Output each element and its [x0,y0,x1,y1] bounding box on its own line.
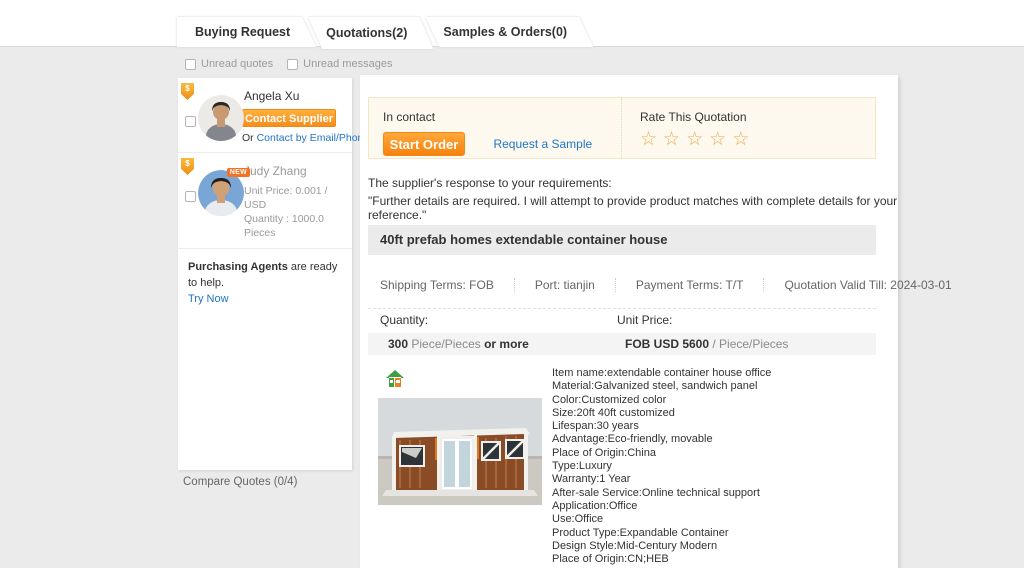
detail-line: Lifespan:30 years [552,420,639,433]
quantity-value: 300 Piece/Pieces or more [388,337,529,351]
star-icon[interactable]: ☆ [686,129,709,150]
start-order-button[interactable]: Start Order [383,132,465,156]
detail-line: After-sale Service:Online technical supp… [552,486,760,499]
supplier-card-angela[interactable]: $ Angela Xu Contact Supplier Or Contact … [178,78,369,153]
supplier-logo-icon [386,370,404,387]
supplier-angela-checkbox[interactable] [185,116,196,127]
try-now-link[interactable]: Try Now [188,293,229,305]
filters-row: Unread quotes Unread messages [185,58,392,70]
detail-line: Advantage:Eco-friendly, movable [552,433,713,446]
detail-line: Application:Office [552,499,638,512]
contact-status: In contact [383,110,436,124]
or-prefix: Or [242,132,257,144]
tab-quotations[interactable]: Quotations(2) [308,17,433,49]
purchasing-agents-bold: Purchasing Agents [188,261,288,273]
supplier-angela-name: Angela Xu [244,89,300,103]
unread-quotes-checkbox[interactable] [185,58,196,70]
tab-quotations-label: Quotations(2) [308,17,433,49]
detail-line: Design Style:Mid-Century Modern [552,539,718,552]
supplier-judy-checkbox[interactable] [185,191,196,202]
supplier-judy-quantity: Quantity : 1000.0 Pieces [244,213,324,239]
unread-messages-label: Unread messages [303,58,393,70]
filter-unread-quotes[interactable]: Unread quotes [185,58,273,70]
new-badge: NEW [226,168,250,177]
detail-line: Use:Office [552,513,604,526]
contact-supplier-button[interactable]: Contact Supplier [242,109,336,127]
action-box: In contact Start Order Request a Sample … [368,97,876,159]
supplier-judy-unit-price: Unit Price: 0.001 / USD [244,185,328,211]
quantity-header: Quantity: [380,313,429,327]
product-image[interactable] [378,398,542,505]
contact-email-phone-link[interactable]: Contact by Email/Phone [257,132,370,144]
compare-quotes-counter: Compare Quotes (0/4) [183,476,298,488]
gold-supplier-badge-icon: $ [181,158,194,175]
product-title: 40ft prefab homes extendable container h… [368,225,876,255]
avatar-angela [198,95,244,141]
port: Port: tianjin [515,278,616,292]
tab-buying-request[interactable]: Buying Request [177,17,316,47]
star-icon[interactable]: ☆ [663,129,686,150]
quotation-valid-till: Quotation Valid Till: 2024-03-01 [784,278,952,292]
request-sample-link[interactable]: Request a Sample [493,137,592,151]
detail-line: Size:20ft 40ft customized [552,406,675,419]
purchasing-agents-note: Purchasing Agents are ready to help. Try… [178,249,352,317]
supplier-response-text: "Further details are required. I will at… [368,194,898,222]
filter-unread-messages[interactable]: Unread messages [287,58,392,70]
unit-price-value: FOB USD 5600 / Piece/Pieces [625,337,789,351]
unit-price-header: Unit Price: [617,313,673,327]
detail-line: Place of Origin:CN;HEB [552,553,669,566]
supplier-sidebar: $ Angela Xu Contact Supplier Or Contact … [178,78,369,470]
detail-line: Type:Luxury [552,460,612,473]
tab-samples-orders[interactable]: Samples & Orders(0) [425,17,593,47]
detail-line: Place of Origin:China [552,446,656,459]
payment-terms: Payment Terms: T/T [616,278,765,292]
supplier-judy-name: Judy Zhang [244,164,307,178]
unread-messages-checkbox[interactable] [287,58,299,70]
supplier-card-judy[interactable]: $ NEW Judy Zhang Unit Price: 0.001 / USD… [178,153,352,249]
supplier-response-label: The supplier's response to your requirem… [368,176,612,190]
detail-line: Item name:extendable container house off… [552,367,772,379]
terms-row: Shipping Terms: FOB Port: tianjin Paymen… [368,278,952,309]
detail-line: Color:Customized color [552,393,667,406]
rating-stars[interactable]: ☆☆☆☆☆ [640,128,875,151]
shipping-terms: Shipping Terms: FOB [368,278,515,292]
gold-supplier-badge-icon: $ [181,83,194,100]
tab-buying-request-label: Buying Request [177,17,316,47]
star-icon[interactable]: ☆ [640,129,663,150]
product-details-list: Item name:extendable container house off… [552,367,882,566]
detail-line: Material:Galvanized steel, sandwich pane… [552,380,758,393]
quotation-panel: In contact Start Order Request a Sample … [360,75,952,568]
qty-price-row: 300 Piece/Pieces or more FOB USD 5600 / … [368,333,876,355]
unread-quotes-label: Unread quotes [201,58,274,70]
star-icon[interactable]: ☆ [732,129,755,150]
contact-alt-line: Or Contact by Email/Phone [242,132,369,144]
tab-samples-orders-label: Samples & Orders(0) [425,17,593,47]
detail-line: Warranty:1 Year [552,473,631,486]
detail-line: Product Type:Expandable Container [552,526,729,539]
tab-bar: Buying Request Quotations(2) Samples & O… [177,17,585,48]
rate-quotation-label: Rate This Quotation [640,110,747,124]
star-icon[interactable]: ☆ [709,129,732,150]
